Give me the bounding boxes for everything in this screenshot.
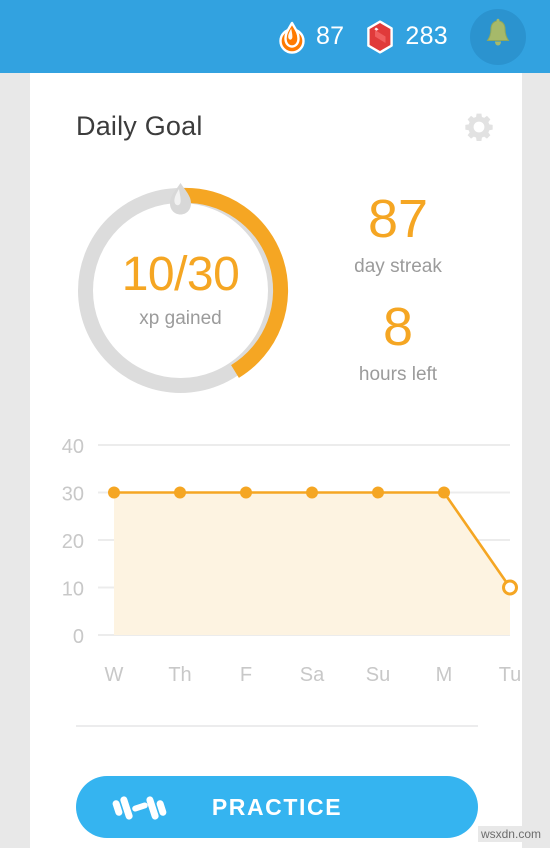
chart-y-tick-label: 40 bbox=[62, 436, 84, 458]
chart-data-point bbox=[306, 486, 318, 499]
goal-summary-row: 10/30 xp gained 87 day streak 8 hours le… bbox=[30, 178, 522, 403]
day-streak-value: 87 bbox=[367, 189, 429, 249]
bell-icon bbox=[483, 18, 513, 55]
chart-x-tick-label: Sa bbox=[300, 664, 325, 686]
chart-data-point bbox=[174, 486, 186, 499]
chart-data-point bbox=[372, 486, 384, 499]
watermark: wsxdn.com bbox=[477, 826, 544, 842]
day-streak-label: day streak bbox=[354, 256, 442, 277]
chart-y-tick-label: 30 bbox=[62, 484, 84, 506]
streak-counter[interactable]: 87 bbox=[277, 20, 344, 54]
xp-history-chart: 0 10 20 30 40 W Th F Sa Su M Tu bbox=[30, 423, 522, 693]
practice-button[interactable]: PRACTICE bbox=[76, 776, 478, 838]
chart-x-tick-label: F bbox=[240, 664, 252, 686]
chart-data-point bbox=[502, 579, 518, 596]
chart-x-tick-label: M bbox=[436, 664, 453, 686]
goal-stats: 87 day streak 8 hours left bbox=[313, 178, 483, 386]
page-title: Daily Goal bbox=[76, 111, 203, 141]
chart-y-tick-label: 0 bbox=[73, 626, 84, 648]
daily-goal-ring: 10/30 xp gained bbox=[68, 178, 293, 403]
chart-x-tick-label: Th bbox=[168, 664, 191, 686]
chart-y-tick-label: 20 bbox=[62, 531, 84, 553]
card-header-row: Daily Goal bbox=[76, 111, 494, 142]
practice-button-label: PRACTICE bbox=[211, 793, 343, 820]
chart-x-tick-label: Tu bbox=[499, 664, 522, 686]
gear-icon[interactable] bbox=[464, 112, 494, 142]
chart-x-tick-label: W bbox=[105, 664, 124, 686]
xp-progress-value: 10/30 bbox=[121, 248, 240, 301]
chart-data-point bbox=[108, 486, 120, 499]
chart-data-point bbox=[438, 486, 450, 499]
streak-count-value: 87 bbox=[315, 22, 345, 50]
gem-icon bbox=[366, 19, 396, 54]
daily-goal-card: Daily Goal 10/30 xp gained 87 day streak… bbox=[30, 73, 522, 848]
notifications-button[interactable] bbox=[470, 8, 526, 65]
chart-area-fill bbox=[114, 492, 510, 635]
gem-counter[interactable]: 283 bbox=[366, 19, 448, 54]
gem-count-value: 283 bbox=[405, 22, 448, 50]
chart-y-tick-label: 10 bbox=[62, 579, 84, 601]
chart-data-point bbox=[240, 486, 252, 499]
top-header-bar: 87 283 bbox=[0, 0, 550, 73]
flame-icon bbox=[277, 20, 307, 54]
chart-svg: 0 10 20 30 40 W Th F Sa Su M Tu bbox=[62, 436, 522, 686]
dumbbell-icon bbox=[112, 792, 168, 827]
app-root: 87 283 Daily Goal 10/30 xp gained 87 day… bbox=[0, 0, 550, 848]
section-divider bbox=[76, 725, 478, 727]
hours-left-label: hours left bbox=[358, 364, 438, 385]
chart-x-tick-label: Su bbox=[366, 664, 390, 686]
hours-left-value: 8 bbox=[382, 297, 414, 357]
ring-center-text: 10/30 xp gained bbox=[68, 178, 293, 403]
xp-progress-label: xp gained bbox=[139, 308, 222, 329]
